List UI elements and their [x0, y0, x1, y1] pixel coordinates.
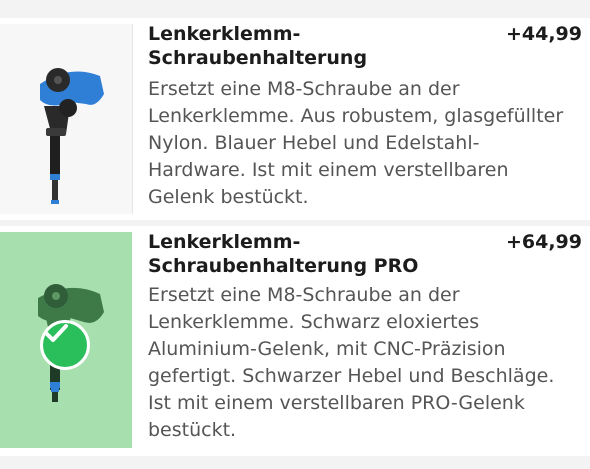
option-title: Lenkerklemm- Schraubenhalterung	[148, 23, 368, 69]
option-title: Lenkerklemm- Schraubenhalterung PRO	[148, 231, 419, 277]
selected-check-badge	[40, 320, 90, 370]
option-card-standard[interactable]: Lenkerklemm- Schraubenhalterung +44,99 E…	[0, 18, 590, 220]
bottom-divider	[0, 456, 590, 469]
option-price: +44,99	[505, 23, 582, 45]
blue-lever-mount-icon	[40, 68, 104, 204]
product-thumbnail-selected	[0, 232, 132, 448]
option-card-pro[interactable]: Lenkerklemm- Schraubenhalterung PRO +64,…	[0, 226, 590, 456]
checkmark-icon	[44, 324, 68, 342]
option-description: Ersetzt eine M8-Schraube an der Lenkerkl…	[148, 284, 555, 441]
product-thumbnail	[0, 24, 133, 214]
option-price: +64,99	[505, 231, 582, 253]
product-options-screen: Lenkerklemm- Schraubenhalterung +44,99 E…	[0, 0, 590, 469]
option-description: Ersetzt eine M8-Schraube an der Lenkerkl…	[148, 78, 564, 208]
